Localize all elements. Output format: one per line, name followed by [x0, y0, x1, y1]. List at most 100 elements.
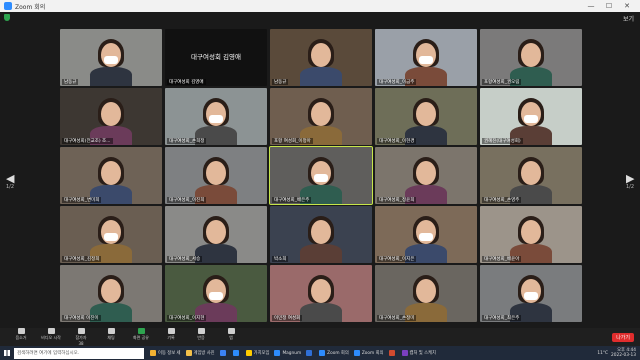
meeting-toolbar: 음소거 비디오 시작 참가자 38 채팅 화면 공유 기록 반응 앱 나가기 — [0, 328, 640, 346]
participant-name-label: 남동규 — [272, 79, 289, 85]
security-shield-icon[interactable] — [4, 14, 10, 21]
app-icon — [232, 350, 239, 356]
weather-label[interactable]: 11°C — [597, 351, 608, 356]
toolbar-reactions-button[interactable]: 반응 — [186, 328, 216, 346]
participant-video-tile[interactable]: 대구여성회 이진이 — [60, 265, 162, 322]
toolbar-record-button[interactable]: 기록 — [156, 328, 186, 346]
taskbar-app[interactable]: 가치모임 — [244, 346, 272, 360]
taskbar-app[interactable] — [387, 346, 399, 360]
close-button[interactable]: ✕ — [618, 2, 636, 10]
toolbar-item-label: 기록 — [167, 335, 175, 340]
app-icon — [150, 350, 156, 356]
mic-icon — [17, 328, 25, 334]
taskbar-app[interactable]: 이동 정보 세 — [148, 346, 183, 360]
view-button[interactable]: 보기 — [623, 14, 634, 23]
toolbar-item-label: 반응 — [197, 335, 205, 340]
app-icon — [219, 350, 226, 356]
participant-video-tile[interactable]: 대구여성회 김영애 대구여성회 김영애 — [165, 29, 267, 86]
taskbar-app[interactable]: Zoom 회의 — [317, 346, 351, 360]
participant-video-tile[interactable]: 대구여성회_서승 — [165, 206, 267, 263]
minimize-button[interactable]: — — [582, 2, 600, 10]
taskbar-app[interactable]: 게임방 사진 — [184, 346, 217, 360]
taskbar-app-label: 이동 정보 세 — [158, 351, 181, 356]
record-icon — [167, 328, 175, 334]
participant-video-tile[interactable]: 대구여성회_배윤아 — [480, 206, 582, 263]
participant-name-label: 대구여성회(전교조) 조... — [62, 138, 113, 144]
app-icon — [353, 350, 360, 356]
participant-name-label: 대구여성회_이금주 — [377, 79, 417, 85]
participant-video-tile[interactable]: 포항 여성회_이정아 — [270, 88, 372, 145]
participant-video-tile[interactable]: 포항여성회_권오림 — [480, 29, 582, 86]
participant-video-tile[interactable]: 대구여성회_최은주 — [480, 265, 582, 322]
participant-name-label: 대구여성회_최은주 — [482, 315, 522, 321]
zoom-logo-icon — [4, 2, 12, 10]
participant-video-tile[interactable]: 권혜진(대구여성회) — [480, 88, 582, 145]
participant-video-tile[interactable]: 대구여성회_정윤희 — [375, 147, 477, 204]
app-icon — [306, 350, 313, 356]
participant-display-name-card: 대구여성회 김영애 — [191, 53, 241, 61]
participant-video-tile[interactable]: 박소희 — [270, 206, 372, 263]
participant-name-label: 대구여성회 이진이 — [62, 315, 101, 321]
taskbar-app[interactable]: Zoom 회의 — [352, 346, 386, 360]
taskbar-apps: 이동 정보 세 게임방 사진 가치모임 Magnum Zoom 회의 Zoom 회의 캡처 … — [148, 346, 439, 360]
window-title: Zoom 회의 — [15, 3, 46, 11]
taskbar-app[interactable] — [218, 346, 230, 360]
taskbar-search-input[interactable]: 검색하려면 여기에 입력하십시오. — [14, 347, 144, 359]
toolbar-apps-button[interactable]: 앱 — [216, 328, 246, 346]
participant-video-tile[interactable]: 대구여성회_이현경 — [375, 88, 477, 145]
participant-video-tile[interactable]: 남동규 — [270, 29, 372, 86]
video-icon — [47, 328, 55, 334]
participant-figure — [298, 273, 344, 322]
taskbar-app[interactable] — [231, 346, 243, 360]
app-icon — [185, 350, 192, 356]
taskbar-app[interactable]: Magnum — [272, 346, 303, 360]
taskbar-app-label: Zoom 회의 — [327, 351, 349, 356]
toolbar-item-label: 채팅 — [107, 335, 115, 340]
participant-video-tile[interactable]: 대구여성회_이진희 — [165, 147, 267, 204]
toolbar-participants-button[interactable]: 참가자 38 — [66, 328, 96, 346]
participant-video-tile[interactable]: 이민정 여성회 — [270, 265, 372, 322]
taskbar-app-label: 가치모임 — [253, 351, 270, 356]
toolbar-items: 음소거 비디오 시작 참가자 38 채팅 화면 공유 기록 반응 앱 — [6, 328, 246, 346]
participant-video-tile[interactable]: 대구여성회_김정희 — [60, 206, 162, 263]
participant-video-tile[interactable]: 대구여성회_이금주 — [375, 29, 477, 86]
taskbar-clock[interactable]: 오후 4:44 2022-03-13 — [611, 348, 636, 358]
participant-figure — [88, 37, 134, 86]
participant-video-tile[interactable]: 대구여성회_배은주 — [269, 146, 373, 205]
video-gallery: 남동규 대구여성회 김영애 대구여성회 김영애 남동규 대구여성회_이금주 포항여성회_권… — [60, 29, 582, 324]
participant-name-label: 대구여성회_이지현 — [167, 315, 207, 321]
next-page-indicator: 1/2 — [625, 184, 635, 190]
app-icon — [388, 350, 395, 356]
participants-icon — [77, 328, 85, 334]
windows-logo-icon — [4, 350, 10, 356]
participant-name-label: 대구여성회 김영애 — [167, 79, 206, 85]
toolbar-mic-button[interactable]: 음소거 — [6, 328, 36, 346]
toolbar-item-label: 음소거 — [15, 335, 27, 340]
maximize-button[interactable]: ☐ — [600, 2, 618, 10]
participant-name-label: 대구여성회_정윤희 — [377, 197, 417, 203]
participant-name-label: 대구여성회_배윤아 — [482, 256, 522, 262]
participant-video-tile[interactable]: 대구여성회_손희정 — [165, 88, 267, 145]
participant-video-tile[interactable]: 대구여성회_손영주 — [480, 147, 582, 204]
participant-name-label: 대구여성회_이현경 — [377, 138, 417, 144]
participant-video-tile[interactable]: 대구여성회_손정미 — [375, 265, 477, 322]
toolbar-video-button[interactable]: 비디오 시작 — [36, 328, 66, 346]
participant-name-label: 권혜진(대구여성회) — [482, 138, 523, 144]
participant-video-tile[interactable]: 남동규 — [60, 29, 162, 86]
app-icon — [319, 350, 326, 356]
participant-name-label: 대구여성회_손희정 — [167, 138, 207, 144]
participant-name-label: 대구여성회_이지은 — [377, 256, 417, 262]
toolbar-share-screen-button[interactable]: 화면 공유 — [126, 328, 156, 346]
taskbar-app[interactable] — [304, 346, 316, 360]
participant-name-label: 대구여성회_손정미 — [377, 315, 417, 321]
leave-button[interactable]: 나가기 — [612, 332, 634, 342]
participant-video-tile[interactable]: 대구여성회_이지현 — [165, 265, 267, 322]
toolbar-chat-button[interactable]: 채팅 — [96, 328, 126, 346]
taskbar-app-label: Zoom 회의 — [361, 351, 384, 356]
participant-video-tile[interactable]: 대구여성회_변미희 — [60, 147, 162, 204]
start-button[interactable] — [0, 346, 14, 360]
taskbar-app[interactable]: 캡처 및 스케치 — [400, 346, 438, 360]
participant-figure — [298, 37, 344, 86]
participant-video-tile[interactable]: 대구여성회(전교조) 조... — [60, 88, 162, 145]
participant-video-tile[interactable]: 대구여성회_이지은 — [375, 206, 477, 263]
